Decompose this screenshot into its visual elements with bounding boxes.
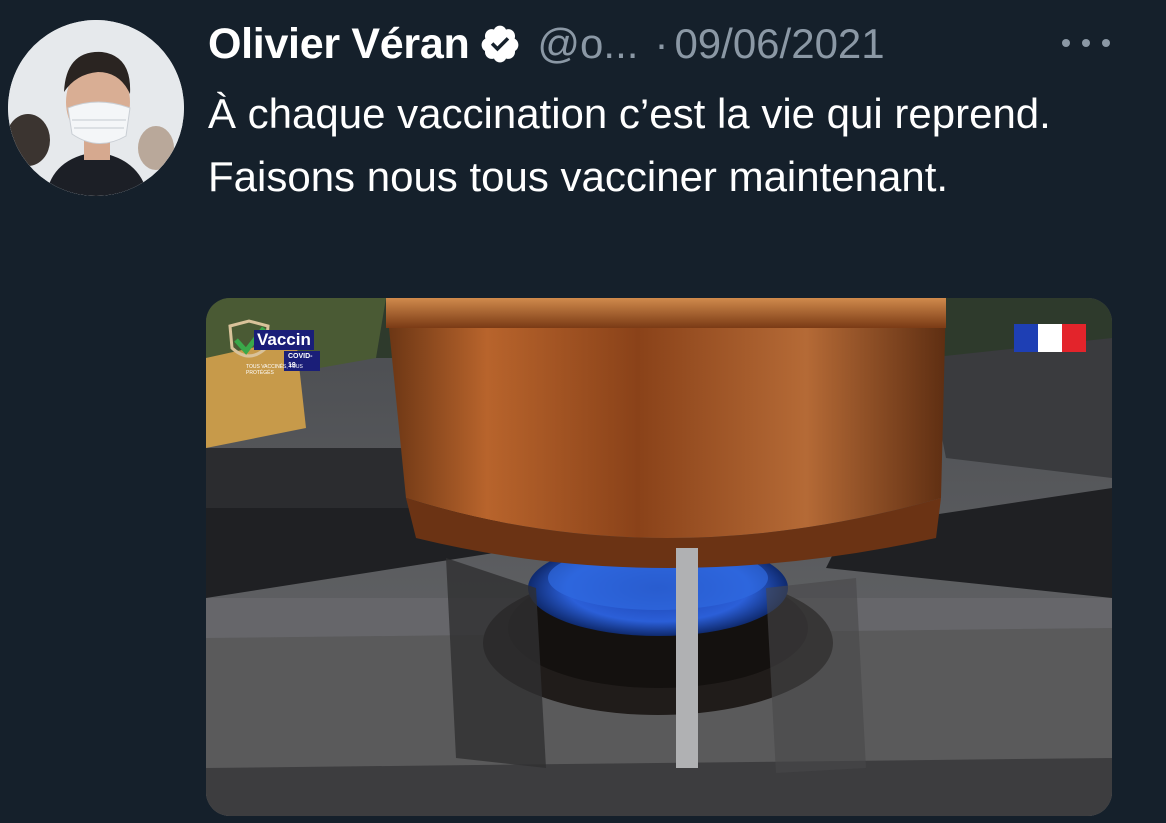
tweet-video[interactable]: Vaccin COVID-19 TOUS VACCINÉS, TOUS PROT… — [206, 298, 1112, 816]
verified-badge-icon — [479, 23, 521, 65]
vaccin-logo-word: Vaccin — [254, 330, 314, 350]
tweet-header: Olivier Véran @o... · 09/06/2021 — [208, 14, 885, 74]
avatar-image — [8, 20, 184, 196]
more-dot — [1062, 39, 1070, 47]
avatar[interactable] — [8, 20, 184, 196]
author-name[interactable]: Olivier Véran — [208, 20, 470, 69]
author-handle[interactable]: @o... — [537, 20, 638, 68]
flag-red — [1062, 324, 1086, 352]
flag-blue — [1014, 324, 1038, 352]
flag-white — [1038, 324, 1062, 352]
vaccin-logo-tagline: TOUS VACCINÉS, TOUS PROTÉGÉS — [246, 364, 303, 376]
vaccin-covid-logo: Vaccin COVID-19 TOUS VACCINÉS, TOUS PROT… — [224, 318, 320, 376]
more-dot — [1082, 39, 1090, 47]
republique-francaise-logo — [1014, 324, 1086, 352]
header-separator: · — [654, 20, 669, 67]
video-frame — [206, 298, 1112, 816]
tweet-text: À chaque vaccination c’est la vie qui re… — [208, 90, 1051, 200]
more-dots-icon[interactable] — [1062, 28, 1110, 58]
tweet-date[interactable]: 09/06/2021 — [674, 20, 884, 68]
more-dot — [1102, 39, 1110, 47]
